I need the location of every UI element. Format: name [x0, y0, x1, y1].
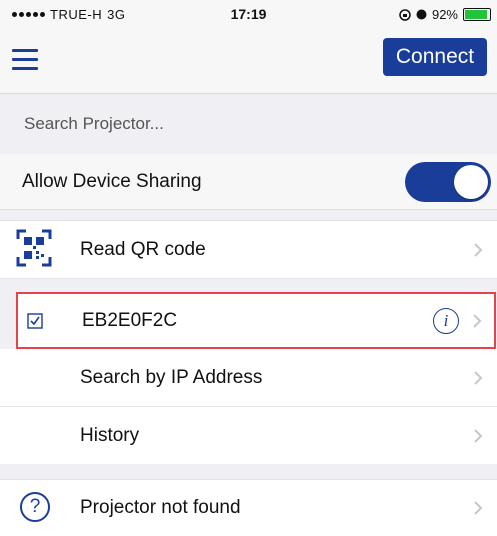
checkbox-checked-icon[interactable]	[27, 313, 43, 329]
projector-name: EB2E0F2C	[82, 309, 178, 331]
alarm-icon	[416, 9, 427, 20]
projector-not-found-row[interactable]: ? Projector not found	[0, 479, 497, 536]
help-icon: ?	[20, 492, 50, 522]
read-qr-code-row[interactable]: Read QR code	[0, 220, 497, 279]
allow-device-sharing-row: Allow Device Sharing	[0, 154, 497, 210]
battery-level	[465, 10, 488, 19]
rotation-lock-icon	[399, 8, 411, 21]
history-row[interactable]: History	[0, 407, 497, 464]
battery-icon	[463, 8, 491, 21]
chevron-right-icon	[474, 242, 483, 257]
history-label: History	[80, 424, 140, 446]
chevron-right-icon	[473, 313, 482, 328]
status-right: 92%	[399, 7, 491, 22]
projector-not-found-label: Projector not found	[80, 497, 241, 518]
chevron-right-icon	[474, 370, 483, 385]
search-by-ip-row[interactable]: Search by IP Address	[0, 349, 497, 407]
nav-bar: Connect	[0, 30, 497, 94]
info-icon[interactable]: i	[433, 308, 459, 334]
allow-device-sharing-label: Allow Device Sharing	[22, 170, 202, 192]
chevron-right-icon	[474, 501, 483, 515]
search-by-ip-label: Search by IP Address	[80, 366, 263, 388]
section-header: Search Projector...	[0, 94, 497, 154]
projector-list-item[interactable]: EB2E0F2C i	[16, 292, 496, 349]
device-sharing-toggle[interactable]	[405, 162, 491, 202]
toggle-knob	[454, 165, 488, 199]
qr-code-icon	[16, 229, 52, 267]
read-qr-code-label: Read QR code	[80, 238, 206, 260]
chevron-right-icon	[474, 428, 483, 443]
battery-percent: 92%	[431, 7, 458, 22]
status-bar: TRUE-H 3G 17:19 92%	[0, 0, 497, 30]
connect-button[interactable]: Connect	[383, 38, 487, 76]
hamburger-menu-icon[interactable]	[12, 49, 40, 71]
search-projector-label: Search Projector...	[24, 114, 164, 133]
